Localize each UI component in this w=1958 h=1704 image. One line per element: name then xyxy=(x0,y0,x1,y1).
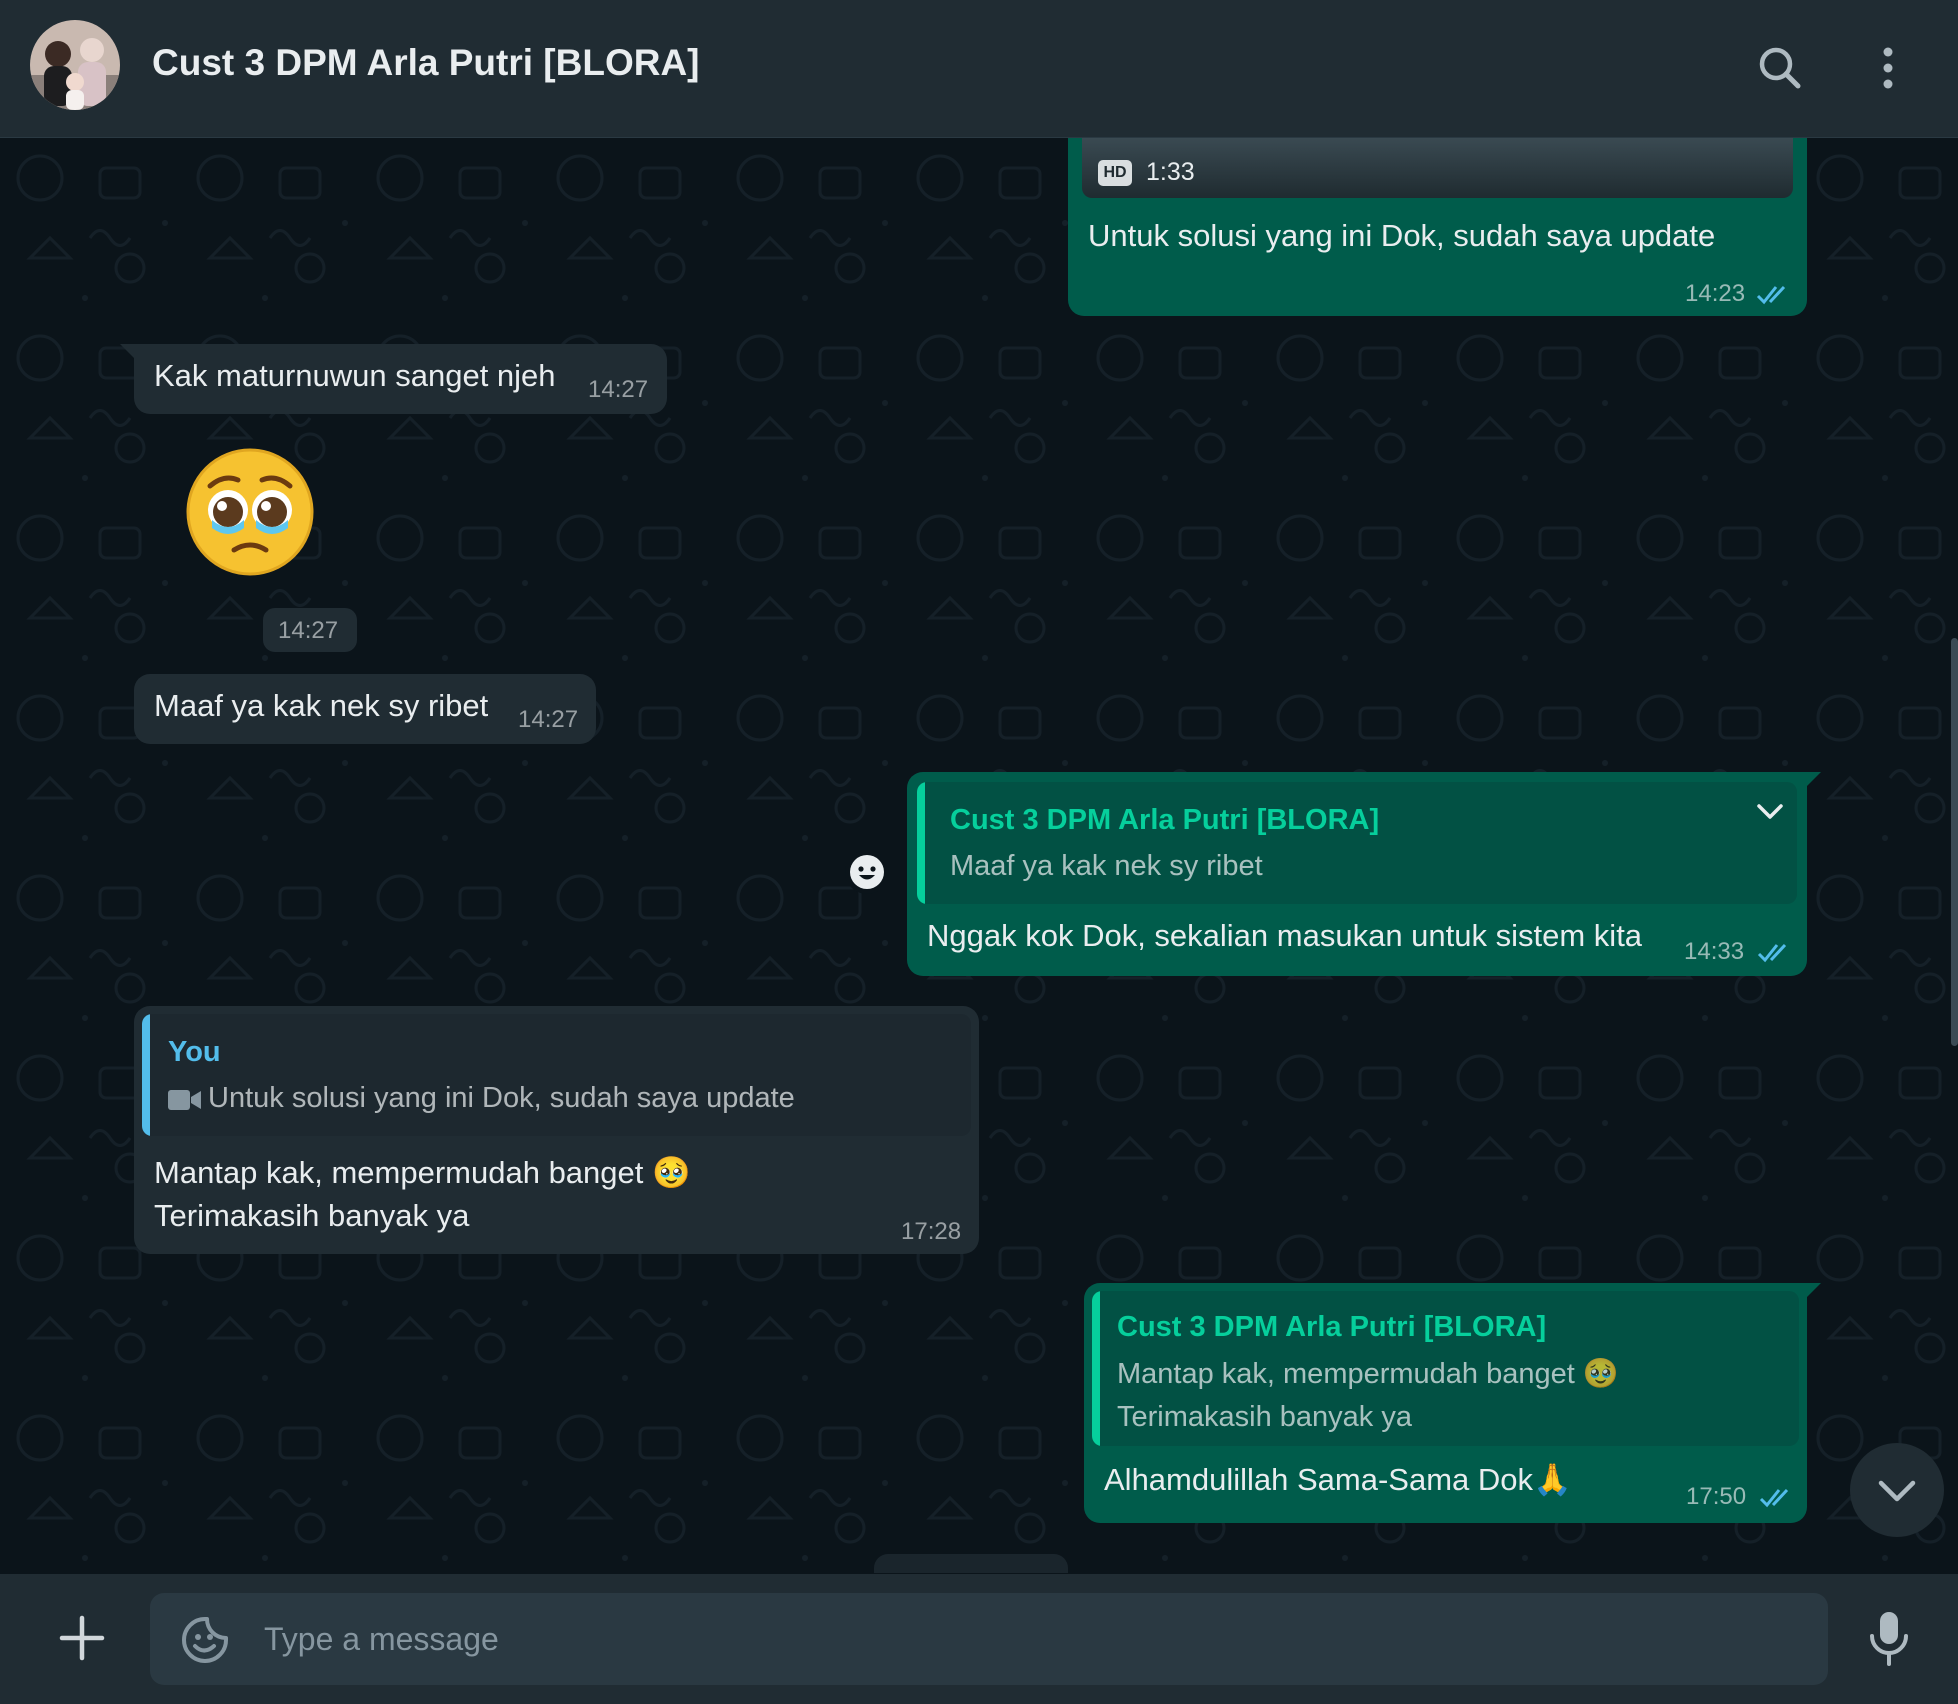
hd-badge: HD xyxy=(1098,160,1132,186)
quote-author: Cust 3 DPM Arla Putri [BLORA] xyxy=(1117,1311,1547,1343)
quoted-message[interactable]: Cust 3 DPM Arla Putri [BLORA] Maaf ya ka… xyxy=(917,782,1797,904)
read-receipt-icon xyxy=(1756,285,1786,305)
quote-author: You xyxy=(168,1036,221,1068)
message-text-line1: Mantap kak, mempermudah banget 🥹 xyxy=(154,1155,691,1190)
message-incoming[interactable]: Kak maturnuwun sanget njeh 14:27 xyxy=(134,344,667,414)
message-time: 14:27 xyxy=(518,706,579,733)
input-placeholder: Type a message xyxy=(264,1621,499,1657)
mic-icon[interactable] xyxy=(1866,1610,1912,1668)
emoji-time-pill: 14:27 xyxy=(263,608,357,652)
pleading-face-emoji xyxy=(186,448,314,576)
composer-bar: Type a message xyxy=(0,1574,1958,1704)
chevron-down-icon[interactable] xyxy=(1752,794,1788,830)
quote-text: Maaf ya kak nek sy ribet xyxy=(950,850,1263,882)
video-thumbnail[interactable]: HD 1:33 xyxy=(1082,138,1793,198)
quote-text-line1: Mantap kak, mempermudah banget 🥹 xyxy=(1117,1358,1619,1390)
quote-text: Untuk solusi yang ini Dok, sudah saya up… xyxy=(208,1082,795,1114)
message-outgoing[interactable]: Cust 3 DPM Arla Putri [BLORA] Mantap kak… xyxy=(1084,1283,1807,1523)
message-list[interactable]: HD 1:33 Untuk solusi yang ini Dok, sudah… xyxy=(0,138,1958,1573)
quoted-message[interactable]: You Untuk solusi yang ini Dok, sudah say… xyxy=(142,1014,971,1136)
video-icon xyxy=(168,1090,201,1110)
contact-avatar[interactable] xyxy=(30,20,120,110)
quote-bar xyxy=(1092,1291,1100,1446)
read-receipt-icon xyxy=(1757,943,1787,963)
scrollbar[interactable] xyxy=(1951,638,1958,1046)
plus-icon[interactable] xyxy=(58,1614,106,1662)
message-text: Kak maturnuwun sanget njeh xyxy=(154,358,556,393)
sticker-icon[interactable] xyxy=(180,1615,230,1665)
message-incoming[interactable]: You Untuk solusi yang ini Dok, sudah say… xyxy=(134,1006,979,1254)
contact-name[interactable]: Cust 3 DPM Arla Putri [BLORA] xyxy=(152,42,699,84)
quote-text-line2: Terimakasih banyak ya xyxy=(1117,1401,1412,1433)
message-text: Nggak kok Dok, sekalian masukan untuk si… xyxy=(927,918,1643,953)
message-time: 17:28 xyxy=(901,1218,962,1245)
message-text-line2: Terimakasih banyak ya xyxy=(154,1198,470,1233)
quote-bar xyxy=(917,782,925,904)
message-incoming[interactable]: Maaf ya kak nek sy ribet 14:27 xyxy=(134,674,596,744)
message-time: 14:27 xyxy=(278,617,339,644)
message-input[interactable]: Type a message xyxy=(150,1593,1828,1685)
message-time: 14:23 xyxy=(1685,280,1746,307)
message-outgoing[interactable]: HD 1:33 Untuk solusi yang ini Dok, sudah… xyxy=(1068,138,1807,316)
quoted-message[interactable]: Cust 3 DPM Arla Putri [BLORA] Mantap kak… xyxy=(1092,1291,1799,1446)
more-options-icon[interactable] xyxy=(1860,40,1916,96)
emoji-message[interactable] xyxy=(184,446,316,578)
message-text: Maaf ya kak nek sy ribet xyxy=(154,688,489,723)
message-text: Alhamdulillah Sama-Sama Dok🙏 xyxy=(1104,1462,1572,1497)
smiley-icon xyxy=(850,855,884,889)
quote-author: Cust 3 DPM Arla Putri [BLORA] xyxy=(950,804,1380,836)
message-time: 17:50 xyxy=(1686,1483,1747,1510)
message-time: 14:33 xyxy=(1684,938,1745,965)
message-time: 14:27 xyxy=(588,376,649,403)
chevron-down-icon xyxy=(1878,1480,1916,1502)
scroll-to-bottom-button[interactable] xyxy=(1850,1443,1944,1537)
video-duration: 1:33 xyxy=(1146,158,1195,186)
react-button[interactable] xyxy=(845,850,889,894)
quote-bar xyxy=(142,1014,150,1136)
read-receipt-icon xyxy=(1759,1488,1789,1508)
chat-header: Cust 3 DPM Arla Putri [BLORA] xyxy=(0,0,1958,138)
message-outgoing[interactable]: Cust 3 DPM Arla Putri [BLORA] Maaf ya ka… xyxy=(907,772,1807,976)
next-bubble-partial xyxy=(874,1554,1068,1573)
search-icon[interactable] xyxy=(1752,40,1808,96)
message-text: Untuk solusi yang ini Dok, sudah saya up… xyxy=(1088,218,1716,253)
